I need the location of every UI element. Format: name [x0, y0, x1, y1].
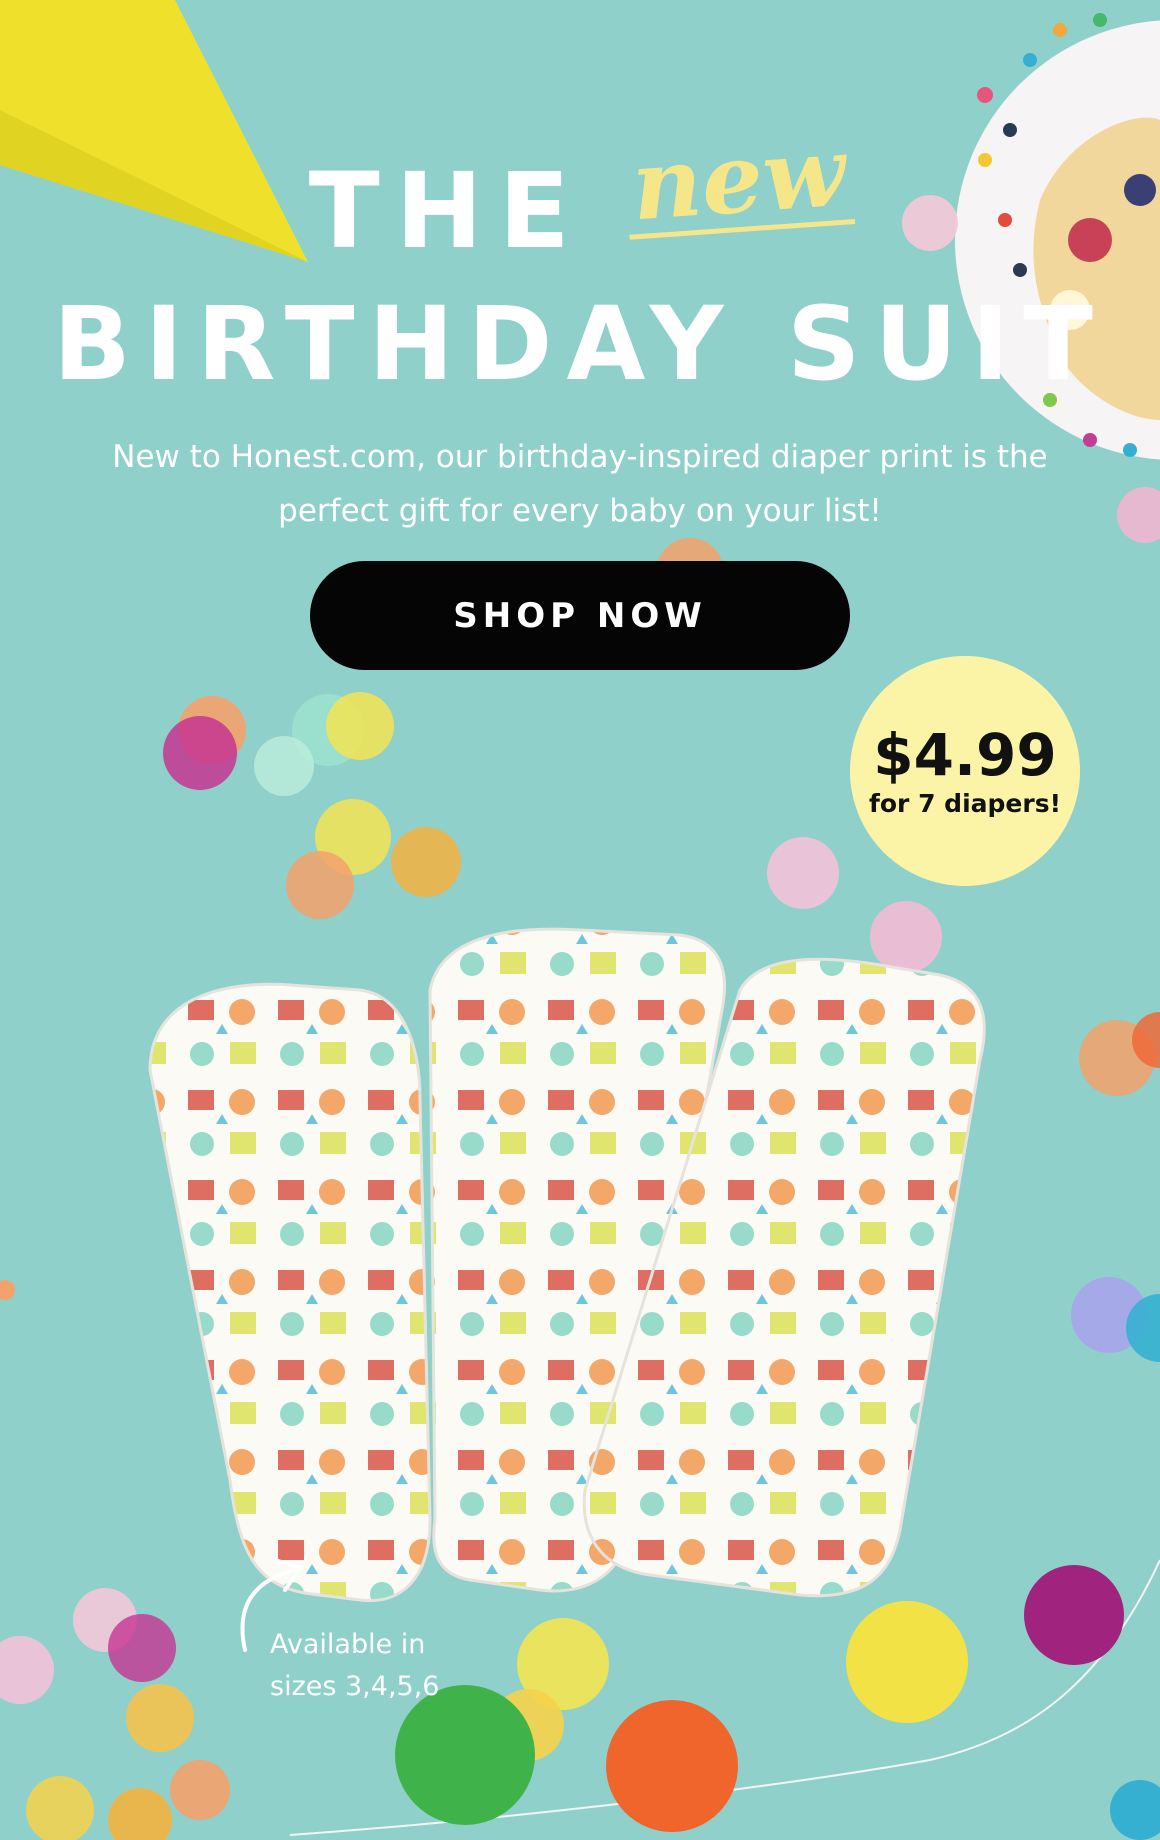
sizes-line2: sizes 3,4,5,6 — [270, 1671, 440, 1702]
price-note: for 7 diapers! — [869, 789, 1061, 818]
hero-title-line2: BIRTHDAY SUIT — [53, 285, 1107, 404]
sizes-line1: Available in — [270, 1629, 426, 1660]
subtitle-line1: New to Honest.com, our birthday-inspired… — [112, 439, 1048, 475]
price-badge: $4.99 for 7 diapers! — [850, 656, 1080, 886]
hero-subtitle: New to Honest.com, our birthday-inspired… — [70, 430, 1090, 538]
sizes-note: Available in sizes 3,4,5,6 — [270, 1624, 510, 1708]
title-new: new — [622, 114, 855, 242]
price-amount: $4.99 — [873, 721, 1057, 789]
hero-title-line1: THE new — [0, 114, 1160, 272]
shop-now-label: SHOP NOW — [453, 595, 707, 636]
subtitle-line2: perfect gift for every baby on your list… — [278, 493, 882, 529]
shop-now-button[interactable]: SHOP NOW — [310, 561, 850, 670]
diapers-icon — [148, 927, 986, 1603]
background-illustration — [0, 0, 1160, 1840]
email-banner: THE new BIRTHDAY SUIT New to Honest.com, … — [0, 0, 1160, 1840]
title-the: THE — [308, 150, 586, 272]
